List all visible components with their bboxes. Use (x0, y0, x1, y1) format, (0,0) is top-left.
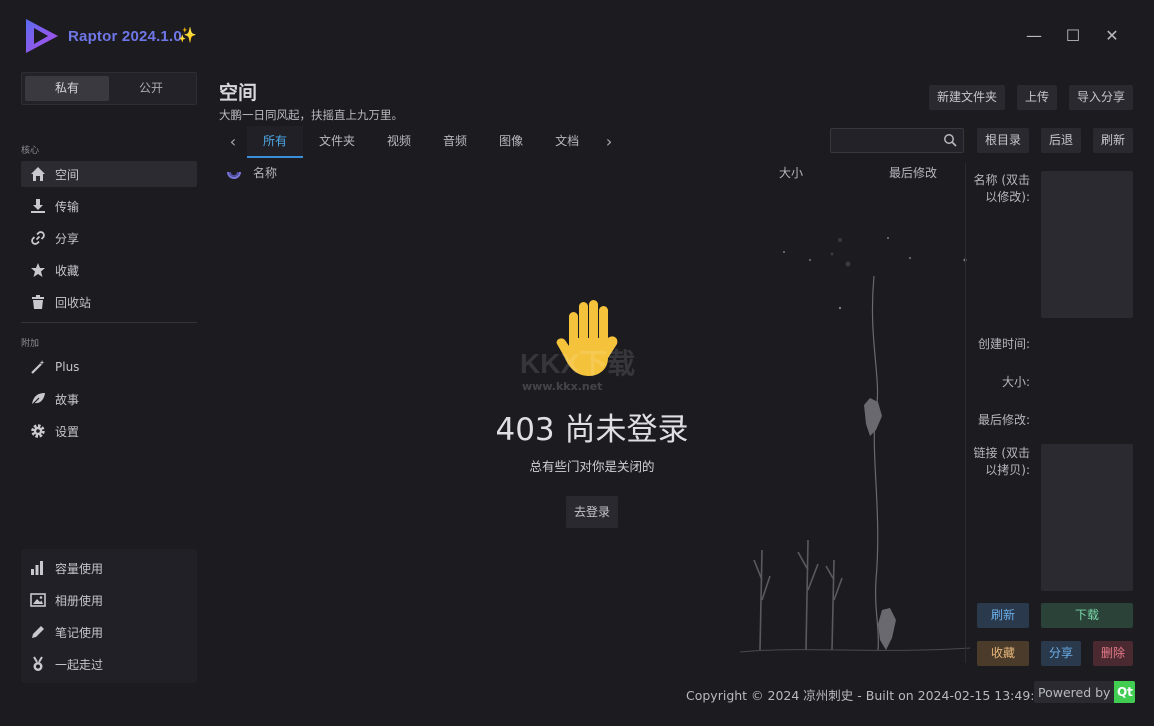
detail-created-label: 创建时间: (977, 337, 1030, 351)
details-divider (965, 163, 966, 663)
chevron-right-icon[interactable]: › (595, 127, 623, 157)
search-box (830, 128, 964, 153)
chevron-left-icon[interactable]: ‹ (219, 127, 247, 157)
sidebar-item-label: 空间 (55, 167, 80, 182)
sidebar-divider (21, 322, 197, 323)
qt-logo: Qt (1114, 681, 1136, 703)
minimize-button[interactable]: — (1024, 26, 1044, 46)
detail-name-box[interactable] (1041, 171, 1133, 318)
link-icon (29, 229, 47, 247)
usage-item-label: 笔记使用 (55, 625, 104, 640)
sidebar-item-label: 回收站 (55, 295, 92, 310)
copyright-text: Copyright © 2024 凉州刺史 - Built on 2024-02… (686, 688, 1051, 703)
moon-climber-illustration (740, 192, 970, 653)
sidebar-item-trash[interactable]: 回收站 (21, 289, 197, 315)
powered-by-label: Powered by (1038, 684, 1111, 700)
detail-refresh-button[interactable]: 刷新 (977, 603, 1029, 628)
powered-by-badge: Powered by Qt (1034, 681, 1136, 703)
usage-item-album[interactable]: 相册使用 (21, 587, 197, 613)
tab-videos[interactable]: 视频 (371, 126, 427, 158)
sidebar-item-transfer[interactable]: 传输 (21, 193, 197, 219)
refresh-button[interactable]: 刷新 (1093, 128, 1133, 153)
detail-name-label: 名称 (双击以修改): (973, 173, 1031, 204)
tab-all[interactable]: 所有 (247, 126, 304, 158)
raptor-logo (26, 19, 58, 53)
maximize-button[interactable]: ☐ (1063, 26, 1083, 46)
delete-button[interactable]: 删除 (1093, 641, 1133, 666)
usage-item-label: 一起走过 (55, 657, 104, 672)
sidebar-item-label: 故事 (55, 392, 80, 407)
section-label-extra: 附加 (21, 339, 40, 349)
segment-public[interactable]: 公开 (109, 76, 193, 101)
download-button[interactable]: 下载 (1041, 603, 1133, 628)
trash-icon (29, 293, 47, 311)
sidebar-item-plus[interactable]: Plus (21, 354, 197, 380)
sidebar-item-share[interactable]: 分享 (21, 225, 197, 251)
sidebar-item-label: 设置 (55, 424, 80, 439)
category-tabs: ‹ 所有 文件夹 视频 音频 图像 文档 › (219, 126, 623, 158)
error-title: 403 尚未登录 (495, 412, 689, 448)
page-subtitle: 大鹏一日同风起，扶摇直上九万里。 (219, 108, 403, 122)
usage-item-notes[interactable]: 笔记使用 (21, 619, 197, 645)
star-icon (29, 261, 47, 279)
search-input[interactable] (831, 129, 939, 152)
detail-size-label: 大小: (1001, 375, 1030, 389)
usage-item-label: 容量使用 (55, 561, 104, 576)
section-label-core: 核心 (21, 146, 40, 156)
magic-wand-icon (29, 358, 47, 376)
sidebar-item-favorites[interactable]: 收藏 (21, 257, 197, 283)
detail-link-box[interactable] (1041, 444, 1133, 591)
upload-button[interactable]: 上传 (1017, 85, 1057, 110)
back-button[interactable]: 后退 (1041, 128, 1081, 153)
loading-spinner-icon (226, 164, 242, 183)
image-icon (29, 591, 47, 609)
sidebar-item-label: 传输 (55, 199, 80, 214)
search-icon[interactable] (943, 133, 957, 150)
sidebar-item-label: 分享 (55, 231, 80, 246)
tab-folders[interactable]: 文件夹 (303, 126, 371, 158)
tab-audio[interactable]: 音频 (427, 126, 483, 158)
sparkle-icon: ✨ (178, 26, 197, 44)
share-button[interactable]: 分享 (1041, 641, 1081, 666)
column-header-modified[interactable]: 最后修改 (889, 164, 937, 181)
page-title: 空间 (219, 82, 258, 104)
home-icon (29, 165, 47, 183)
sidebar-item-label: 收藏 (55, 263, 80, 278)
sidebar-item-story[interactable]: 故事 (21, 386, 197, 412)
bar-chart-icon (29, 559, 47, 577)
gear-icon (29, 422, 47, 440)
sidebar-item-label: Plus (55, 360, 80, 374)
usage-item-label: 相册使用 (55, 593, 104, 608)
favorite-button[interactable]: 收藏 (977, 641, 1029, 666)
column-header-name[interactable]: 名称 (253, 164, 277, 181)
error-subtitle: 总有些门对你是关闭的 (529, 459, 655, 474)
import-share-button[interactable]: 导入分享 (1069, 85, 1133, 110)
app-title: Raptor 2024.1.0 (68, 28, 182, 45)
tab-documents[interactable]: 文档 (539, 126, 595, 158)
watermark-url: www.kkx.net (522, 380, 603, 393)
usage-item-together[interactable]: 一起走过 (21, 651, 197, 677)
pencil-icon (29, 623, 47, 641)
sidebar-item-settings[interactable]: 设置 (21, 418, 197, 444)
detail-link-label: 链接 (双击以拷贝): (973, 446, 1031, 477)
medal-icon (29, 655, 47, 673)
root-dir-button[interactable]: 根目录 (977, 128, 1029, 153)
leaf-icon (29, 390, 47, 408)
login-button[interactable]: 去登录 (566, 496, 618, 528)
download-icon (29, 197, 47, 215)
visibility-segmented-control: 私有 公开 (21, 72, 197, 105)
column-header-size[interactable]: 大小 (779, 164, 803, 181)
watermark-logo: KKX下载 (520, 348, 636, 379)
usage-item-storage[interactable]: 容量使用 (21, 555, 197, 581)
sidebar-item-space[interactable]: 空间 (21, 161, 197, 187)
detail-modified-label: 最后修改: (977, 413, 1030, 427)
segment-private[interactable]: 私有 (25, 76, 109, 101)
tab-images[interactable]: 图像 (483, 126, 539, 158)
close-button[interactable]: ✕ (1102, 26, 1122, 46)
new-folder-button[interactable]: 新建文件夹 (929, 85, 1005, 110)
